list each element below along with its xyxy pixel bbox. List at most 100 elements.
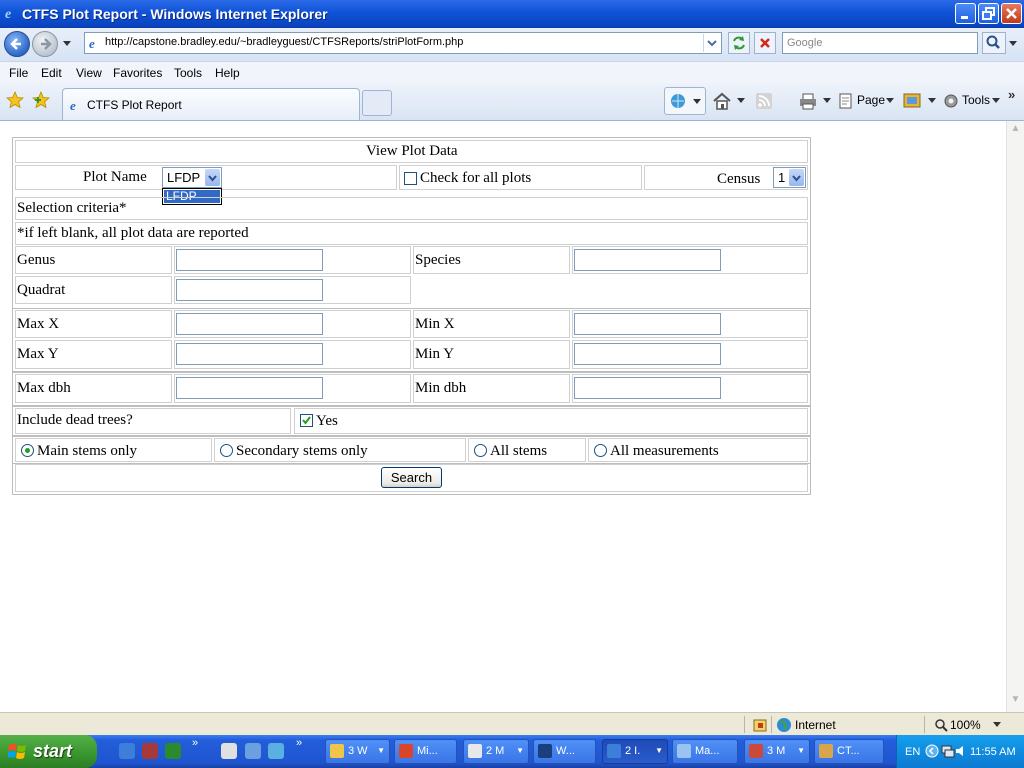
language-indicator[interactable]: EN <box>905 746 920 758</box>
chevron-down-icon[interactable] <box>993 722 1001 728</box>
research-icon[interactable] <box>903 92 923 110</box>
secondary-stems-radio[interactable] <box>220 444 233 457</box>
stop-icon <box>760 38 770 48</box>
plot-name-select[interactable]: LFDP <box>162 167 222 188</box>
network-icon[interactable] <box>941 744 955 758</box>
vertical-scrollbar[interactable]: ▲ ▼ <box>1006 121 1024 712</box>
protected-mode-icon <box>753 719 767 732</box>
dead-trees-checkbox[interactable] <box>300 414 313 427</box>
quicklaunch-ie-icon[interactable] <box>119 743 135 759</box>
address-bar[interactable]: e http://capstone.bradley.edu/~bradleygu… <box>84 32 722 54</box>
quadrat-input[interactable] <box>176 279 323 301</box>
chevron-down-icon[interactable] <box>928 98 936 104</box>
chevron-down-icon[interactable] <box>886 98 894 104</box>
search-options-icon[interactable] <box>1008 40 1018 48</box>
taskbar-folders-button[interactable]: 3 W ▼ <box>325 739 390 764</box>
search-button[interactable]: Search <box>381 467 442 488</box>
feeds-button[interactable] <box>664 87 706 115</box>
min-dbh-input[interactable] <box>574 377 721 399</box>
chevron-down-icon[interactable] <box>992 98 1000 104</box>
refresh-button[interactable] <box>728 32 750 54</box>
chevron-down-icon[interactable] <box>737 98 745 104</box>
tray-expand-icon[interactable] <box>925 744 939 758</box>
new-tab-button[interactable] <box>362 90 392 116</box>
print-icon[interactable] <box>798 92 818 110</box>
history-dropdown-icon[interactable] <box>62 40 72 48</box>
tab-title: CTFS Plot Report <box>87 98 182 112</box>
start-button[interactable]: start <box>0 735 97 768</box>
all-measurements-radio[interactable] <box>594 444 607 457</box>
menu-help[interactable]: Help <box>215 66 240 80</box>
chevron-down-icon[interactable] <box>823 98 831 104</box>
status-bar: Internet 100% <box>0 712 1024 736</box>
census-dropdown-button[interactable] <box>789 169 804 186</box>
min-dbh-label: Min dbh <box>415 380 467 396</box>
quicklaunch-overflow-icon[interactable]: » <box>192 737 198 749</box>
quicklaunch-access-icon[interactable] <box>142 743 158 759</box>
ie-icon: e <box>5 7 11 20</box>
min-x-input[interactable] <box>574 313 721 335</box>
main-stems-radio[interactable] <box>21 444 34 457</box>
clock[interactable]: 11:55 AM <box>970 746 1016 758</box>
max-dbh-input[interactable] <box>176 377 323 399</box>
back-button[interactable] <box>4 31 30 57</box>
plot-name-dropdown-button[interactable] <box>205 169 220 186</box>
zoom-level[interactable]: 100% <box>950 718 981 732</box>
taskbar-label: W... <box>556 745 575 757</box>
toolbar-overflow-icon[interactable]: » <box>1008 87 1015 102</box>
plot-name-label: Plot Name <box>83 169 147 185</box>
taskbar-ie-button[interactable]: 2 I. ▼ <box>602 739 668 764</box>
main-stems-label: Main stems only <box>37 443 137 459</box>
dead-trees-label: Include dead trees? <box>17 412 133 428</box>
stop-button[interactable] <box>754 32 776 54</box>
address-dropdown-button[interactable] <box>703 34 720 52</box>
census-select[interactable]: 1 <box>773 167 806 188</box>
menu-view[interactable]: View <box>76 66 102 80</box>
taskbar-ma-button[interactable]: Ma... <box>672 739 738 764</box>
home-icon[interactable] <box>712 92 732 110</box>
taskbar-word-button[interactable]: 2 M ▼ <box>463 739 529 764</box>
forward-button[interactable] <box>32 31 58 57</box>
tab-ctfs-plot-report[interactable]: e CTFS Plot Report <box>62 88 360 120</box>
scroll-up-icon[interactable]: ▲ <box>1009 123 1022 137</box>
minimize-button[interactable] <box>955 3 976 24</box>
scroll-down-icon[interactable]: ▼ <box>1009 694 1022 708</box>
status-divider <box>744 716 745 733</box>
taskbar-ct-button[interactable]: CT... <box>814 739 884 764</box>
menu-favorites[interactable]: Favorites <box>113 66 162 80</box>
tab-bar: e CTFS Plot Report Page Tools » <box>0 83 1024 121</box>
all-plots-checkbox[interactable] <box>404 172 417 185</box>
quicklaunch-excel-icon[interactable] <box>165 743 181 759</box>
taskbar-mail-button[interactable]: 3 M ▼ <box>744 739 810 764</box>
volume-icon[interactable] <box>955 744 967 758</box>
close-button[interactable] <box>1001 3 1022 24</box>
menu-tools[interactable]: Tools <box>174 66 202 80</box>
max-y-input[interactable] <box>176 343 323 365</box>
max-x-input[interactable] <box>176 313 323 335</box>
restore-button[interactable] <box>978 3 999 24</box>
quicklaunch-desktop-icon[interactable] <box>221 743 237 759</box>
taskbar-editor-button[interactable]: W... <box>533 739 596 764</box>
chevron-down-icon <box>792 175 801 182</box>
rss-icon[interactable] <box>755 92 773 110</box>
tools-menu[interactable]: Tools <box>962 93 990 107</box>
search-go-button[interactable] <box>982 32 1006 54</box>
page-content: View Plot Data Plot Name LFDP LFDP Check… <box>0 121 1006 712</box>
menu-edit[interactable]: Edit <box>41 66 62 80</box>
menu-file[interactable]: File <box>9 66 28 80</box>
quicklaunch-media-icon[interactable] <box>245 743 261 759</box>
search-input[interactable]: Google <box>782 32 978 54</box>
page-menu[interactable]: Page <box>857 93 885 107</box>
add-favorite-icon[interactable] <box>32 91 50 109</box>
favorites-star-icon[interactable] <box>6 91 24 109</box>
quicklaunch-overflow-icon[interactable]: » <box>296 737 302 749</box>
start-label: start <box>33 741 73 761</box>
min-y-input[interactable] <box>574 343 721 365</box>
species-input[interactable] <box>574 249 721 271</box>
all-stems-radio[interactable] <box>474 444 487 457</box>
taskbar-mi-button[interactable]: Mi... <box>394 739 457 764</box>
window-title-bar[interactable]: e CTFS Plot Report - Windows Internet Ex… <box>0 0 1024 28</box>
address-url: http://capstone.bradley.edu/~bradleygues… <box>105 36 464 48</box>
quicklaunch-messenger-icon[interactable] <box>268 743 284 759</box>
genus-input[interactable] <box>176 249 323 271</box>
